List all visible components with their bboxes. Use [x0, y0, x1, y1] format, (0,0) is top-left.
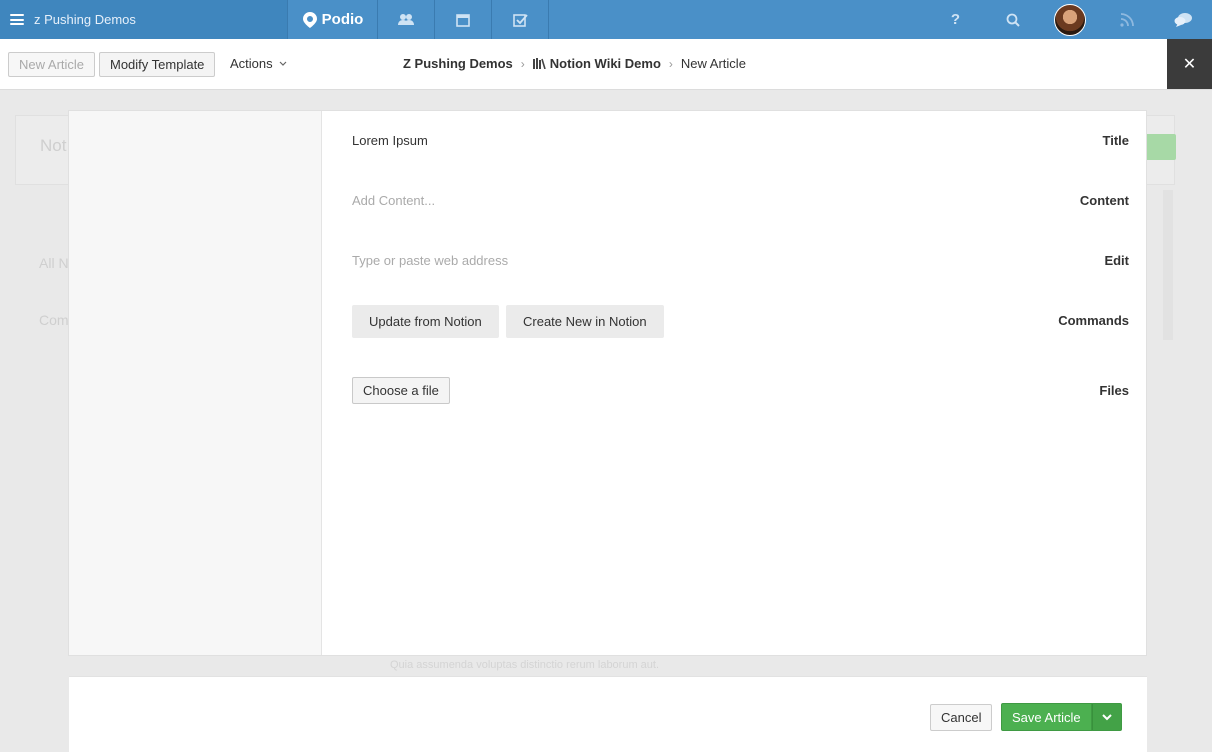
search-icon	[1006, 13, 1020, 27]
podio-logo-icon	[302, 11, 317, 28]
save-button-group: Save Article	[1001, 703, 1122, 731]
help-button[interactable]: ?	[927, 0, 984, 39]
background-comment: Com	[39, 312, 69, 328]
content-label: Content	[1079, 193, 1129, 208]
actions-label: Actions	[230, 56, 273, 71]
chevron-right-icon: ›	[520, 56, 525, 71]
brand-name: Podio	[321, 11, 364, 28]
title-label: Title	[1102, 133, 1130, 148]
chat-icon	[1174, 12, 1192, 27]
app-toolbar: New Article Modify Template Actions Z Pu…	[0, 39, 1212, 90]
avatar[interactable]	[1053, 3, 1086, 36]
new-article-form: Title Lorem Ipsum Content Add Content...…	[68, 110, 1147, 656]
choose-file-button[interactable]: Choose a file	[352, 377, 450, 404]
cancel-button[interactable]: Cancel	[930, 704, 993, 731]
calendar-icon	[456, 13, 470, 27]
save-options-dropdown[interactable]	[1091, 703, 1122, 731]
edit-label: Edit	[1104, 253, 1129, 268]
workspace-name[interactable]: z Pushing Demos	[34, 12, 136, 27]
create-new-in-notion-button[interactable]: Create New in Notion	[506, 305, 664, 338]
new-article-button[interactable]: New Article	[8, 52, 96, 77]
contacts-nav[interactable]	[378, 0, 435, 39]
actions-dropdown[interactable]: Actions	[230, 56, 287, 71]
help-icon: ?	[950, 11, 961, 28]
breadcrumb-app[interactable]: Notion Wiki Demo	[532, 56, 661, 71]
breadcrumb-workspace[interactable]: Z Pushing Demos	[403, 56, 513, 71]
breadcrumb-current: New Article	[680, 56, 746, 71]
background-snippet: Quia assumenda voluptas distinctio rerum…	[390, 659, 660, 671]
activity-stream-icon	[1119, 12, 1134, 27]
close-button[interactable]: ✕	[1167, 39, 1212, 89]
breadcrumb-app-label: Notion Wiki Demo	[549, 56, 661, 71]
activity-stream-button[interactable]	[1098, 0, 1155, 39]
profile-button[interactable]	[1041, 0, 1098, 39]
podio-home-link[interactable]: Podio	[288, 0, 378, 39]
chevron-right-icon: ›	[668, 56, 673, 71]
background-scrollbar	[1163, 190, 1173, 340]
tasks-icon	[512, 13, 528, 27]
tasks-nav[interactable]	[492, 0, 549, 39]
chat-button[interactable]	[1155, 0, 1212, 39]
background-filter: All N	[39, 255, 69, 271]
search-button[interactable]	[984, 0, 1041, 39]
menu-icon[interactable]	[10, 14, 24, 25]
background-title: Not	[40, 136, 67, 155]
update-from-notion-button[interactable]: Update from Notion	[352, 305, 499, 338]
nav-right-group: ?	[927, 0, 1212, 39]
modify-template-button[interactable]: Modify Template	[99, 52, 216, 77]
form-footer: Cancel Save Article	[69, 676, 1147, 752]
workspace-switcher[interactable]: z Pushing Demos	[0, 0, 288, 39]
edit-url-field[interactable]: Type or paste web address	[352, 253, 508, 268]
commands-label: Commands	[1058, 313, 1129, 328]
chevron-down-icon	[1101, 713, 1112, 720]
files-label: Files	[1099, 383, 1129, 398]
content-field[interactable]: Add Content...	[352, 193, 435, 208]
calendar-nav[interactable]	[435, 0, 492, 39]
breadcrumb: Z Pushing Demos › Notion Wiki Demo › New…	[403, 56, 746, 71]
close-icon: ✕	[1182, 56, 1197, 73]
chevron-down-icon	[279, 61, 287, 66]
save-article-button[interactable]: Save Article	[1001, 703, 1092, 731]
library-icon	[532, 58, 546, 69]
label-column	[69, 111, 322, 655]
contacts-icon	[398, 14, 414, 25]
top-navigation-bar: z Pushing Demos Podio ?	[0, 0, 1212, 39]
title-field[interactable]: Lorem Ipsum	[352, 133, 428, 148]
